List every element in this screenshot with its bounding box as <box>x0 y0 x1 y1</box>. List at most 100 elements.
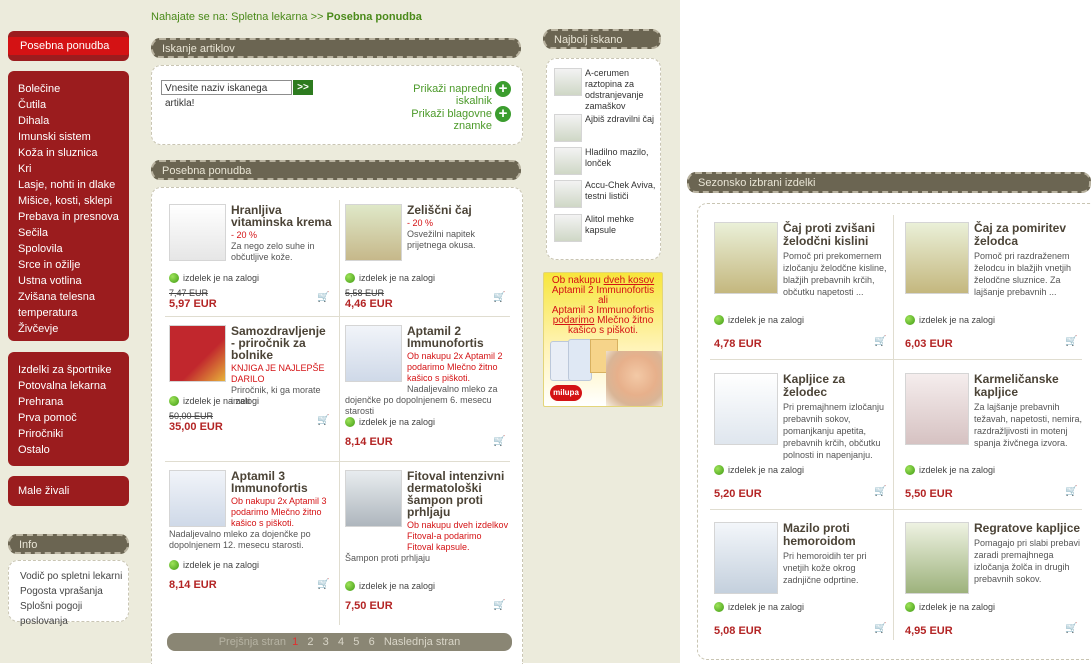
product-image[interactable] <box>345 470 402 527</box>
stock-status: izdelek je na zalogi <box>169 395 259 407</box>
page-link-4[interactable]: 4 <box>338 636 344 648</box>
menu-item-category-1[interactable]: Čutila <box>8 97 129 113</box>
info-link-1[interactable]: Pogosta vprašanja <box>20 584 128 599</box>
cart-icon[interactable]: 🛒 <box>493 292 505 303</box>
product-image[interactable] <box>905 222 969 294</box>
page-link-5[interactable]: 5 <box>353 636 359 648</box>
cart-icon[interactable]: 🛒 <box>317 579 329 590</box>
product-image[interactable] <box>345 325 402 382</box>
menu-item-other-2[interactable]: Prehrana <box>8 394 129 410</box>
most-searched-item[interactable]: Accu-Chek Aviva, testni lističi <box>585 180 657 202</box>
menu-item-category-4[interactable]: Koža in sluznica <box>8 145 129 161</box>
page-link-1[interactable]: 1 <box>292 636 298 648</box>
banner-product-pack <box>568 339 592 381</box>
menu-item-other-5[interactable]: Ostalo <box>8 442 129 458</box>
product-title[interactable]: Fitoval intenzivni dermatološki šampon p… <box>407 470 509 518</box>
product-image[interactable] <box>714 522 778 594</box>
product-title[interactable]: Kapljice za želodec <box>783 373 891 399</box>
menu-item-other-0[interactable]: Izdelki za športnike <box>8 362 129 378</box>
most-searched-item[interactable]: A-cerumen raztopina za odstranjevanje za… <box>585 68 657 112</box>
menu-item-category-9[interactable]: Sečila <box>8 225 129 241</box>
product-image[interactable] <box>169 325 226 382</box>
product-image[interactable] <box>345 204 402 261</box>
product-promo-text: KNJIGA JE NAJLEPŠE DARILO <box>231 363 325 384</box>
most-searched-image[interactable] <box>554 214 582 242</box>
cart-icon[interactable]: 🛒 <box>317 415 329 426</box>
cart-icon[interactable]: 🛒 <box>874 336 886 347</box>
product-description: Šampon proti prhljaju <box>345 553 431 563</box>
cart-icon[interactable]: 🛒 <box>874 486 886 497</box>
product-title[interactable]: Karmeličanske kapljice <box>974 373 1082 399</box>
search-input[interactable]: Vnesite naziv iskanega artikla! <box>161 80 292 109</box>
product-price: 4,95 EUR <box>905 625 953 637</box>
menu-item-category-3[interactable]: Imunski sistem <box>8 129 129 145</box>
menu-item-category-8[interactable]: Prebava in presnova <box>8 209 129 225</box>
product-title[interactable]: Čaj za pomiritev želodca <box>974 222 1082 248</box>
page-link-3[interactable]: 3 <box>323 636 329 648</box>
product-price: 7,50 EUR <box>345 600 393 612</box>
most-searched-image[interactable] <box>554 114 582 142</box>
stock-status: izdelek je na zalogi <box>345 272 435 284</box>
menu-item-category-0[interactable]: Bolečine <box>8 81 129 97</box>
product-image[interactable] <box>905 373 969 445</box>
search-go-button[interactable]: >> <box>293 80 313 95</box>
advanced-search-link[interactable]: Prikaži napredni iskalnik <box>380 83 492 107</box>
prev-page-link[interactable]: Prejšnja stran <box>219 636 286 648</box>
menu-item-category-10[interactable]: Spolovila <box>8 241 129 257</box>
plus-circle-icon[interactable]: + <box>495 106 511 122</box>
menu-item-category-6[interactable]: Lasje, nohti in dlake <box>8 177 129 193</box>
cart-icon[interactable]: 🛒 <box>493 600 505 611</box>
most-searched-item[interactable]: Ajbiš zdravilni čaj <box>585 114 657 125</box>
cart-icon[interactable]: 🛒 <box>1065 623 1077 634</box>
next-page-link[interactable]: Naslednja stran <box>384 636 460 648</box>
menu-item-category-5[interactable]: Kri <box>8 161 129 177</box>
product-image[interactable] <box>714 222 778 294</box>
menu-item-category-7[interactable]: Mišice, kosti, sklepi <box>8 193 129 209</box>
product-image[interactable] <box>714 373 778 445</box>
product-price: 35,00 EUR <box>169 421 223 433</box>
product-title[interactable]: Čaj proti zvišani želodčni kislini <box>783 222 891 248</box>
breadcrumb-prefix[interactable]: Nahajate se na: Spletna lekarna >> <box>151 11 323 23</box>
menu-item-category-2[interactable]: Dihala <box>8 113 129 129</box>
menu-item-category-14[interactable]: Živčevje <box>8 321 129 337</box>
product-title[interactable]: Mazilo proti hemoroidom <box>783 522 891 548</box>
menu-item-other-1[interactable]: Potovalna lekarna <box>8 378 129 394</box>
product-promo-text: - 20 % <box>231 230 258 240</box>
most-searched-image[interactable] <box>554 180 582 208</box>
most-searched-image[interactable] <box>554 68 582 96</box>
product-title[interactable]: Regratove kapljice <box>974 522 1082 535</box>
most-searched-image[interactable] <box>554 147 582 175</box>
stock-status: izdelek je na zalogi <box>714 464 804 476</box>
menu-item-category-11[interactable]: Srce in ožilje <box>8 257 129 273</box>
menu-item-promo[interactable]: Posebna ponudba <box>8 37 129 55</box>
cart-icon[interactable]: 🛒 <box>1065 486 1077 497</box>
product-title[interactable]: Hranljiva vitaminska krema <box>231 204 333 228</box>
product-price: 5,08 EUR <box>714 625 762 637</box>
product-image[interactable] <box>169 204 226 261</box>
page-link-2[interactable]: 2 <box>307 636 313 648</box>
pagination: Prejšnja stran 1 2 3 4 5 6 Naslednja str… <box>167 633 512 651</box>
cart-icon[interactable]: 🛒 <box>317 292 329 303</box>
most-searched-item[interactable]: Alitol mehke kapsule <box>585 214 657 236</box>
product-image[interactable] <box>905 522 969 594</box>
product-image[interactable] <box>169 470 226 527</box>
menu-item-pets-0[interactable]: Male živali <box>8 483 129 499</box>
aptamil-promo-banner[interactable]: Ob nakupu dveh kosov Aptamil 2 Immunofor… <box>543 272 663 407</box>
plus-circle-icon[interactable]: + <box>495 81 511 97</box>
product-title[interactable]: Aptamil 3 Immunofortis <box>231 470 333 494</box>
info-link-2[interactable]: Splošni pogoji poslovanja <box>20 599 128 629</box>
page-link-6[interactable]: 6 <box>369 636 375 648</box>
menu-item-category-12[interactable]: Ustna votlina <box>8 273 129 289</box>
menu-item-other-4[interactable]: Priročniki <box>8 426 129 442</box>
menu-item-category-13[interactable]: Zvišana telesna temperatura <box>8 289 129 321</box>
info-link-0[interactable]: Vodič po spletni lekarni <box>20 569 128 584</box>
product-title[interactable]: Samozdravljenje - priročnik za bolnike <box>231 325 333 361</box>
most-searched-item[interactable]: Hladilno mazilo, lonček <box>585 147 657 169</box>
menu-item-other-3[interactable]: Prva pomoč <box>8 410 129 426</box>
cart-icon[interactable]: 🛒 <box>493 436 505 447</box>
product-title[interactable]: Zeliščni čaj <box>407 204 509 216</box>
cart-icon[interactable]: 🛒 <box>874 623 886 634</box>
brands-link[interactable]: Prikaži blagovne znamke <box>380 108 492 132</box>
product-title[interactable]: Aptamil 2 Immunofortis <box>407 325 509 349</box>
cart-icon[interactable]: 🛒 <box>1065 336 1077 347</box>
